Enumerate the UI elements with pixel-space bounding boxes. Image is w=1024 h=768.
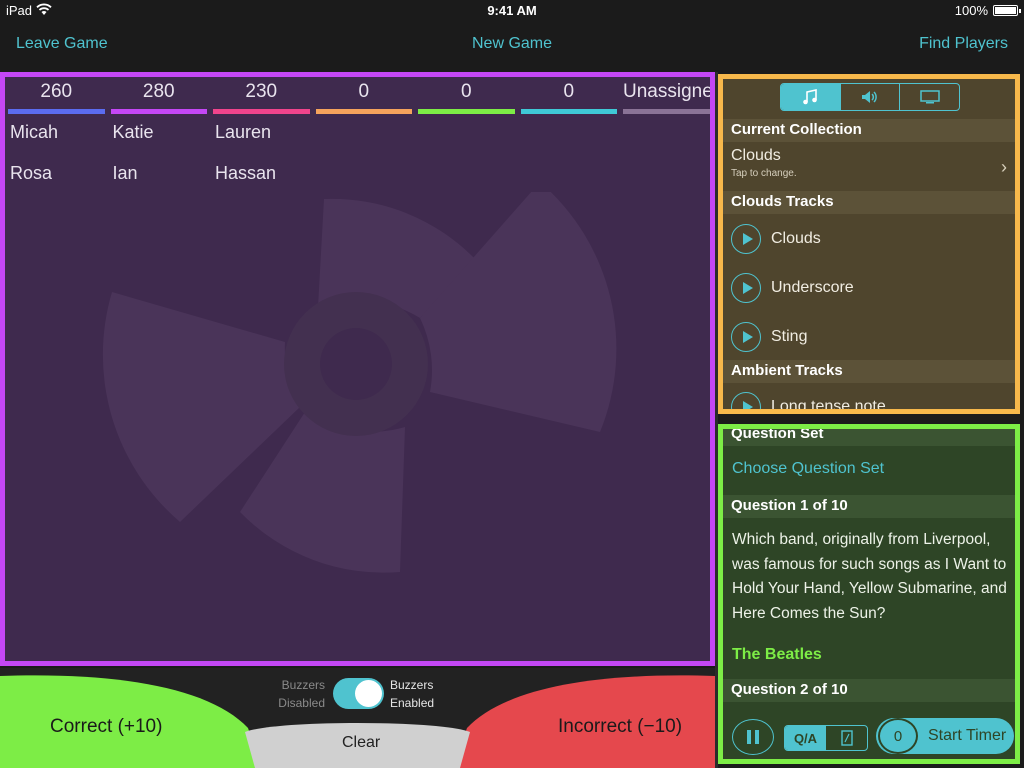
team-player-list: Micah Rosa — [8, 114, 105, 204]
question-1-header: Question 1 of 10 — [723, 495, 1015, 518]
team-column[interactable]: 280 Katie Ian — [110, 81, 208, 204]
player-name[interactable]: Hassan — [213, 163, 310, 204]
team-score: 0 — [358, 81, 370, 102]
player-name[interactable]: Katie — [111, 122, 208, 163]
choose-question-set-button[interactable]: Choose Question Set — [732, 460, 884, 478]
new-game-button[interactable]: New Game — [0, 35, 1024, 53]
timer-value: 0 — [878, 718, 918, 754]
panel-divider — [715, 72, 718, 768]
display-icon[interactable] — [900, 84, 959, 110]
ambient-header: Ambient Tracks — [723, 360, 1015, 383]
player-name[interactable]: Micah — [8, 122, 105, 163]
team-score: 230 — [245, 81, 278, 102]
track-label: Underscore — [771, 279, 854, 296]
track-row[interactable]: Underscore — [731, 270, 1011, 306]
answer-text: The Beatles — [732, 646, 822, 663]
status-bar: iPad 9:41 AM 100% — [0, 0, 1024, 22]
qa-toggle: Q/A — [784, 725, 868, 751]
toggle-knob — [355, 680, 382, 707]
track-label: Clouds — [771, 230, 821, 247]
collection-selector[interactable]: Clouds Tap to change. › — [723, 143, 1015, 187]
play-icon[interactable] — [731, 224, 761, 254]
logo-watermark-icon — [102, 192, 617, 573]
pause-button[interactable] — [732, 719, 774, 755]
team-player-list — [316, 114, 413, 122]
team-score: Unassigned — [623, 81, 715, 102]
track-row[interactable]: Long tense note — [731, 389, 1011, 414]
incorrect-label: Incorrect (−10) — [558, 716, 683, 737]
play-icon[interactable] — [731, 273, 761, 303]
team-player-list — [623, 114, 710, 122]
team-column[interactable]: 0 — [315, 81, 413, 122]
team-player-list — [521, 114, 618, 122]
player-name[interactable]: Ian — [111, 163, 208, 204]
team-player-list: Lauren Hassan — [213, 114, 310, 204]
track-row[interactable]: Sting — [731, 319, 1011, 355]
team-score: 0 — [460, 81, 472, 102]
track-label: Long tense note — [771, 398, 886, 414]
timer-label: Start Timer — [928, 727, 1007, 744]
team-column[interactable]: 260 Micah Rosa — [8, 81, 105, 204]
team-player-list — [418, 114, 515, 122]
current-collection-header: Current Collection — [723, 119, 1015, 142]
question-text: Which band, originally from Liverpool, w… — [732, 531, 1007, 622]
question-panel: Question Set Choose Question Set Questio… — [718, 424, 1020, 764]
buzzers-disabled-label: Buzzers Disabled — [278, 678, 325, 710]
scoring-bar: Correct (+10) Incorrect (−10) Clear Buzz… — [0, 668, 715, 768]
question-set-header: Question Set — [723, 429, 1015, 446]
music-note-icon[interactable] — [781, 84, 841, 110]
team-score: 0 — [563, 81, 575, 102]
music-panel: Current Collection Clouds Tap to change.… — [718, 74, 1020, 414]
battery-percent: 100% — [954, 3, 988, 18]
collection-hint: Tap to change. — [731, 168, 797, 179]
media-tab-bar — [780, 83, 960, 111]
player-name[interactable]: Rosa — [8, 163, 105, 204]
clock: 9:41 AM — [487, 3, 537, 18]
question-controls: Q/A 0 Start Timer — [723, 713, 1015, 759]
buzzers-enabled-label: Buzzers Enabled — [390, 678, 435, 710]
track-row[interactable]: Clouds — [731, 221, 1011, 257]
question-2-header[interactable]: Question 2 of 10 — [723, 679, 1015, 702]
find-players-button[interactable]: Find Players — [919, 35, 1008, 53]
start-timer-button[interactable]: 0 Start Timer — [876, 718, 1014, 754]
nav-bar: Leave Game New Game Find Players — [0, 22, 1024, 70]
chevron-right-icon: › — [1001, 157, 1007, 177]
play-icon[interactable] — [731, 392, 761, 409]
clear-label: Clear — [342, 734, 381, 751]
team-column[interactable]: 230 Lauren Hassan — [213, 81, 310, 204]
battery-icon — [993, 5, 1021, 16]
team-column[interactable]: 0 — [520, 81, 618, 122]
card-icon[interactable] — [826, 726, 867, 750]
player-name[interactable]: Lauren — [213, 122, 310, 163]
team-column[interactable]: Unassigned — [623, 81, 715, 122]
play-icon[interactable] — [731, 322, 761, 352]
track-label: Sting — [771, 328, 808, 345]
team-score: 280 — [142, 81, 175, 102]
correct-label: Correct (+10) — [50, 716, 163, 737]
team-score: 260 — [40, 81, 73, 102]
team-player-list: Katie Ian — [111, 114, 208, 204]
speaker-icon[interactable] — [841, 84, 901, 110]
collection-name: Clouds — [731, 147, 781, 164]
teams-panel: 260 Micah Rosa 280 Katie Ian 230 Lauren Hassan 0 0… — [0, 72, 715, 666]
tracks-header: Clouds Tracks — [723, 191, 1015, 214]
buzzers-toggle[interactable] — [333, 678, 384, 709]
team-column[interactable]: 0 — [418, 81, 515, 122]
qa-mode-button[interactable]: Q/A — [785, 726, 826, 750]
